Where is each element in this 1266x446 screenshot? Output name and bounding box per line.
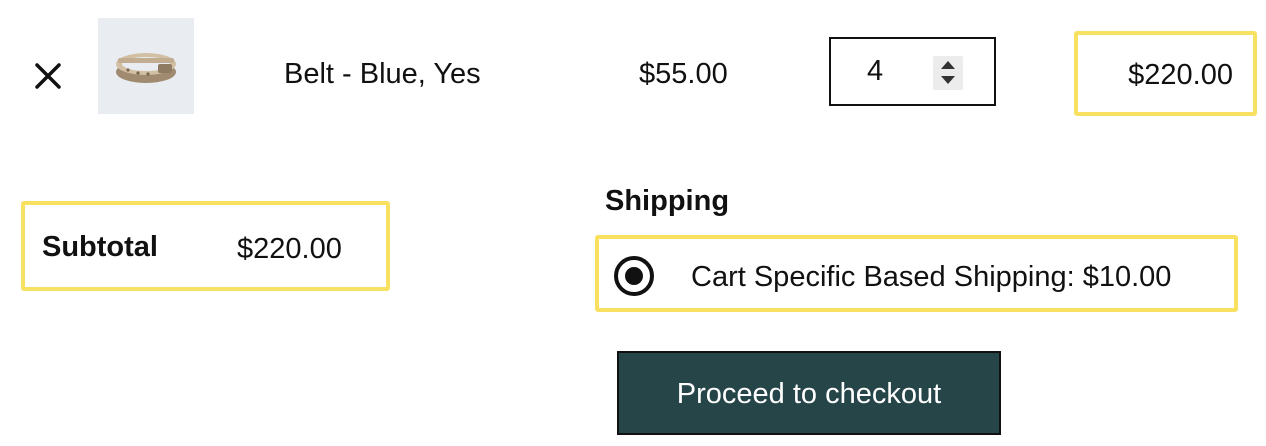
- belt-image: [116, 53, 176, 83]
- remove-item-button[interactable]: [30, 56, 66, 96]
- shipping-option-label[interactable]: Cart Specific Based Shipping: $10.00: [691, 259, 1171, 295]
- shipping-radio-button[interactable]: [614, 256, 654, 296]
- quantity-stepper[interactable]: [933, 56, 963, 90]
- subtotal-label: Subtotal: [42, 231, 158, 263]
- line-total-highlight: $220.00: [1074, 31, 1257, 116]
- product-thumbnail[interactable]: [98, 18, 194, 114]
- proceed-to-checkout-button[interactable]: Proceed to checkout: [617, 351, 1001, 435]
- subtotal-value: $220.00: [237, 233, 342, 265]
- product-name[interactable]: Belt - Blue, Yes: [284, 56, 481, 92]
- shipping-heading: Shipping: [605, 185, 730, 217]
- increment-arrow-icon[interactable]: [933, 56, 963, 73]
- decrement-arrow-icon[interactable]: [933, 73, 963, 90]
- radio-selected-dot: [625, 267, 643, 285]
- line-total: $220.00: [1128, 59, 1233, 91]
- subtotal-row: Subtotal $220.00: [21, 201, 390, 291]
- shipping-option[interactable]: Cart Specific Based Shipping: $10.00: [595, 235, 1238, 312]
- close-icon: [35, 63, 61, 89]
- unit-price: $55.00: [639, 58, 728, 90]
- quantity-field[interactable]: [829, 37, 996, 106]
